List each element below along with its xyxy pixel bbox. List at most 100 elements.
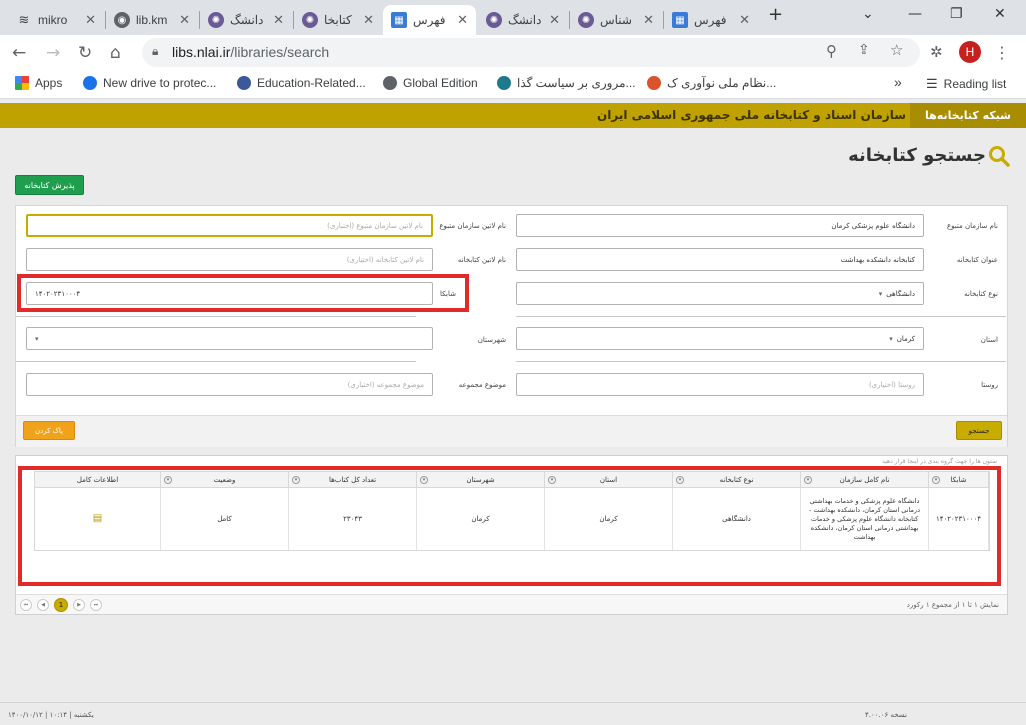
back-icon[interactable]: ← bbox=[12, 43, 26, 63]
lib-title-label: عنوان کتابخانه bbox=[956, 256, 998, 264]
site-icon bbox=[647, 76, 661, 90]
close-icon[interactable]: ✕ bbox=[273, 12, 284, 28]
tab-3[interactable]: ✺ کتابخا ✕ bbox=[294, 5, 382, 35]
search-form: نام سازمان متبوع دانشگاه علوم پزشکی کرما… bbox=[15, 205, 1008, 447]
tab-4-active[interactable]: ▦ فهرس ✕ bbox=[383, 5, 476, 35]
home-icon[interactable]: ⌂ bbox=[110, 43, 121, 63]
province-label: استان bbox=[980, 336, 998, 344]
clear-button[interactable]: پاک کردن bbox=[23, 421, 75, 440]
form-actions: جستجو پاک کردن bbox=[16, 415, 1007, 447]
site-icon bbox=[237, 76, 251, 90]
bookmark-4[interactable]: مروری بر سیاست گذا... bbox=[497, 76, 636, 90]
browser-toolbar: ← → ↻ ⌂ 🔒︎ libs.nlai.ir/libraries/search… bbox=[0, 35, 1026, 69]
tab-1[interactable]: ◉ lib.km ✕ bbox=[106, 5, 198, 35]
tab-2[interactable]: ✺ دانشگ ✕ bbox=[200, 5, 292, 35]
reading-list[interactable]: ☰ Reading list bbox=[926, 76, 1006, 92]
university-icon: ✺ bbox=[302, 12, 318, 28]
prev-page-icon[interactable]: ◀ bbox=[37, 599, 49, 611]
org-name: سازمان اسناد و کتابخانه ملی جمهوری اسلام… bbox=[597, 108, 906, 122]
university-icon: ✺ bbox=[578, 12, 594, 28]
org-latin-input[interactable]: نام لاتین سازمان متبوع (اختیاری) bbox=[26, 214, 433, 237]
city-select[interactable]: ▾ bbox=[26, 327, 433, 350]
avatar[interactable]: H bbox=[959, 41, 981, 63]
nlai-icon: ▦ bbox=[672, 12, 688, 28]
university-icon: ✺ bbox=[486, 12, 502, 28]
share-icon[interactable]: ⇪ bbox=[858, 42, 870, 58]
close-icon[interactable]: ✕ bbox=[457, 12, 468, 28]
pager: ⏮ ◀ 1 ▶ ⏭ نمایش ۱ تا ۱ از مجموع ۱ رکورد bbox=[16, 594, 1007, 614]
org-name-label: نام سازمان متبوع bbox=[946, 222, 998, 230]
city-label: شهرستان bbox=[477, 336, 506, 344]
address-bar[interactable]: 🔒︎ libs.nlai.ir/libraries/search ⚲ ⇪ ☆ bbox=[142, 38, 920, 67]
bookmarks-more[interactable]: » bbox=[894, 74, 902, 90]
bookmarks-bar: Apps New drive to protec... Education-Re… bbox=[0, 69, 1026, 99]
reload-icon[interactable]: ↻ bbox=[78, 43, 92, 63]
bookmark-star-icon[interactable]: ☆ bbox=[890, 41, 903, 59]
menu-icon[interactable]: ⋮ bbox=[994, 43, 1010, 62]
apps-grid-icon bbox=[15, 76, 29, 90]
page-number-current[interactable]: 1 bbox=[54, 598, 68, 612]
tab-0[interactable]: ≋ mikro ✕ bbox=[8, 5, 104, 35]
bookmark-apps[interactable]: Apps bbox=[15, 76, 62, 90]
page-info: نمایش ۱ تا ۱ از مجموع ۱ رکورد bbox=[906, 601, 999, 609]
site-header: شبکه کتابخانه‌ها سازمان اسناد و کتابخانه… bbox=[0, 103, 1026, 128]
province-select[interactable]: کرمان ▾ bbox=[516, 327, 924, 350]
footer-datetime: ۱۴۰۰/۱۰/۱۲ | یکشنبه | ۱۰:۱۴ bbox=[8, 711, 94, 719]
lib-title-input[interactable]: کتابخانه دانشکده بهداشت bbox=[516, 248, 924, 271]
network-label[interactable]: شبکه کتابخانه‌ها bbox=[910, 103, 1026, 128]
add-library-button[interactable]: پذیرش کتابخانه bbox=[15, 175, 84, 195]
chevron-down-icon: ▾ bbox=[889, 334, 893, 343]
last-page-icon[interactable]: ⏭ bbox=[90, 599, 102, 611]
forward-icon[interactable]: → bbox=[46, 43, 60, 63]
village-label: روستا bbox=[981, 381, 998, 389]
collection-label: موضوع مجموعه bbox=[458, 381, 506, 389]
new-tab-button[interactable]: + bbox=[768, 4, 783, 25]
tab-6[interactable]: ✺ شناس ✕ bbox=[570, 5, 662, 35]
zoom-icon[interactable]: ⚲ bbox=[826, 42, 837, 60]
lib-type-label: نوع کتابخانه bbox=[964, 290, 998, 298]
tab-search-icon[interactable]: ⌄ bbox=[862, 6, 874, 22]
lib-type-select[interactable]: دانشگاهی ▾ bbox=[516, 282, 924, 305]
footer-version: نسخه ۴.۰۰.۰۶ bbox=[865, 711, 907, 719]
close-icon[interactable]: ✕ bbox=[85, 12, 96, 28]
nlai-icon: ▦ bbox=[391, 12, 407, 28]
globe-icon bbox=[383, 76, 397, 90]
chevron-down-icon: ▾ bbox=[35, 334, 39, 343]
lock-icon: 🔒︎ bbox=[152, 44, 159, 58]
university-icon: ✺ bbox=[208, 12, 224, 28]
search-button[interactable]: جستجو bbox=[956, 421, 1002, 440]
close-icon[interactable]: ✕ bbox=[739, 12, 750, 28]
next-page-icon[interactable]: ▶ bbox=[73, 599, 85, 611]
bookmark-3[interactable]: Global Edition bbox=[383, 76, 478, 90]
close-icon[interactable]: ✕ bbox=[643, 12, 654, 28]
bookmark-1[interactable]: New drive to protec... bbox=[83, 76, 216, 90]
tab-7[interactable]: ▦ فهرس ✕ bbox=[664, 5, 758, 35]
org-name-input[interactable]: دانشگاه علوم پزشکی کرمان bbox=[516, 214, 924, 237]
page-title: جستجو کتابخانه bbox=[848, 145, 986, 166]
search-icon bbox=[989, 146, 1010, 167]
chevron-down-icon: ▾ bbox=[878, 289, 883, 298]
bookmark-5[interactable]: نظام ملی نوآوری ک... bbox=[647, 76, 776, 90]
close-window-icon[interactable]: ✕ bbox=[994, 6, 1006, 22]
lib-latin-input[interactable]: نام لاتین کتابخانه (اختیاری) bbox=[26, 248, 433, 271]
url-text: libs.nlai.ir/libraries/search bbox=[172, 44, 330, 60]
browser-tab-bar: ≋ mikro ✕ ◉ lib.km ✕ ✺ دانشگ ✕ ✺ کتابخا … bbox=[0, 0, 1026, 35]
page-footer: ۱۴۰۰/۱۰/۱۲ | یکشنبه | ۱۰:۱۴ نسخه ۴.۰۰.۰۶ bbox=[0, 702, 1026, 725]
lib-latin-label: نام لاتین کتابخانه bbox=[457, 256, 506, 264]
close-icon[interactable]: ✕ bbox=[549, 12, 560, 28]
close-icon[interactable]: ✕ bbox=[179, 12, 190, 28]
mikrotik-icon: ≋ bbox=[18, 12, 30, 27]
collection-input[interactable]: موضوع مجموعه (اختیاری) bbox=[26, 373, 433, 396]
highlight-box-shabka bbox=[17, 274, 469, 312]
highlight-box-results bbox=[18, 466, 1001, 586]
site-icon bbox=[497, 76, 511, 90]
first-page-icon[interactable]: ⏮ bbox=[20, 599, 32, 611]
bookmark-2[interactable]: Education-Related... bbox=[237, 76, 366, 90]
group-hint: ستون ها را جهت گروه بندی در اینجا قرار د… bbox=[882, 458, 997, 465]
minimize-icon[interactable]: — bbox=[908, 6, 922, 22]
extensions-icon[interactable]: ✲ bbox=[930, 43, 943, 61]
village-input[interactable]: روستا (اختیاری) bbox=[516, 373, 924, 396]
close-icon[interactable]: ✕ bbox=[363, 12, 374, 28]
maximize-icon[interactable]: ❐ bbox=[950, 6, 963, 22]
tab-5[interactable]: ✺ دانشگ ✕ bbox=[478, 5, 568, 35]
